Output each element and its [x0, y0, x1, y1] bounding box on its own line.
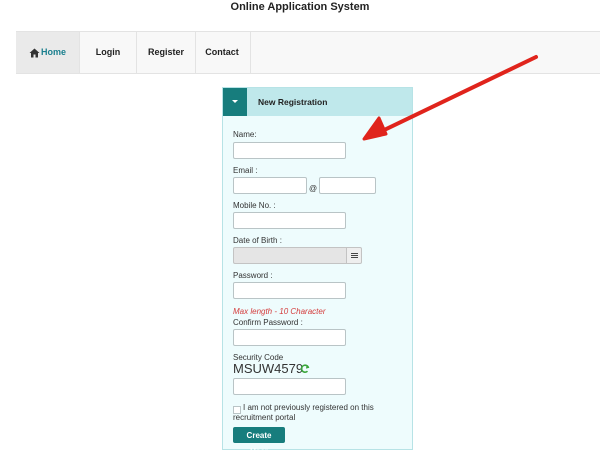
- annotation-arrow-icon: [362, 55, 538, 141]
